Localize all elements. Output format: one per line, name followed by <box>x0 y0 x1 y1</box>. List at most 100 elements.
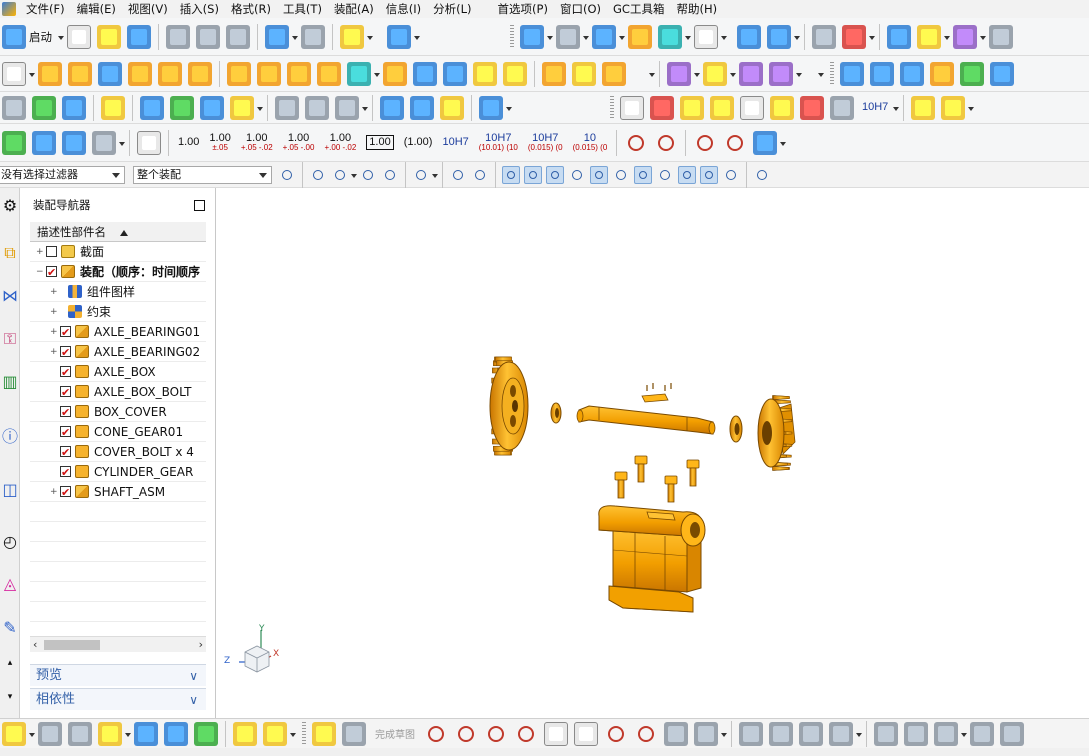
dimension-frame-icon[interactable] <box>137 130 161 155</box>
snap-existing-point-icon[interactable] <box>502 165 520 184</box>
cylinder-icon[interactable] <box>380 95 404 120</box>
snap-intersection-icon[interactable] <box>590 165 608 184</box>
visibility-checkbox[interactable] <box>60 363 71 383</box>
menu-tools[interactable]: 工具(T) <box>277 0 328 18</box>
menu-information[interactable]: 信息(I) <box>380 0 427 18</box>
assembly-constraint-icon[interactable] <box>200 95 224 120</box>
scroll-down-arrow-icon[interactable]: ▾ <box>0 686 20 708</box>
web-browser-tab-icon[interactable]: ⓘ <box>0 424 20 446</box>
layout-icon[interactable] <box>970 721 994 746</box>
fit-label[interactable]: 10H7 <box>862 102 888 113</box>
thicken-icon[interactable] <box>473 61 497 86</box>
tolerance-minus[interactable]: 1.00 +.00 -.02 <box>324 133 356 152</box>
visibility-checkbox[interactable] <box>60 383 71 403</box>
tolerance-fit[interactable]: 10H7 <box>442 137 468 148</box>
snap-settings-icon[interactable] <box>722 166 740 184</box>
note-icon[interactable] <box>740 95 764 120</box>
fit-dropdown-icon[interactable] <box>547 25 553 49</box>
pattern-array-icon[interactable] <box>287 61 311 86</box>
visibility-checkbox[interactable] <box>60 463 71 483</box>
collapse-icon[interactable]: − <box>36 268 44 277</box>
extension-surface-icon[interactable] <box>990 61 1014 86</box>
undo-icon[interactable] <box>265 24 289 49</box>
sketch-dropdown-icon[interactable] <box>29 62 35 86</box>
radius-angle-dimension-icon[interactable] <box>654 131 678 155</box>
profile-icon[interactable] <box>424 722 448 746</box>
axis-dropdown-icon[interactable] <box>730 62 736 86</box>
subtract-icon[interactable] <box>347 61 371 86</box>
tree-row[interactable]: BOX_COVER <box>30 402 206 423</box>
part-navigator-tab-icon[interactable]: ⚿ <box>0 328 20 350</box>
rectangle-icon[interactable] <box>604 722 628 746</box>
tolerance-unequal[interactable]: 1.00 +.05 -.02 <box>241 133 273 152</box>
mirror-assembly-icon[interactable] <box>230 95 254 120</box>
diameter-dimension-icon[interactable] <box>693 131 717 155</box>
fit-dimension-icon[interactable] <box>830 95 854 120</box>
isometric-view-icon[interactable] <box>592 24 616 49</box>
quick-trim-icon[interactable] <box>739 721 763 746</box>
slot-icon[interactable] <box>335 95 359 120</box>
point-icon[interactable] <box>664 721 688 746</box>
hole-diameter-icon[interactable] <box>723 131 747 155</box>
system-materials-tab-icon[interactable]: ◬ <box>0 572 20 594</box>
node-icon[interactable] <box>710 95 734 120</box>
move-component-icon[interactable] <box>737 24 761 49</box>
visibility-checkbox[interactable] <box>60 403 71 423</box>
part-list-icon[interactable] <box>32 130 56 155</box>
sequence-icon[interactable] <box>233 721 257 746</box>
menu-view[interactable]: 视图(V) <box>122 0 174 18</box>
triangle-datum-icon[interactable] <box>620 95 644 120</box>
expand-icon[interactable]: + <box>50 328 58 337</box>
snap-bounded-grid-icon[interactable] <box>700 165 718 184</box>
expand-icon[interactable]: + <box>50 488 58 497</box>
undo-dropdown-icon[interactable] <box>292 25 298 49</box>
datum-plane-icon[interactable] <box>667 61 691 86</box>
move-dropdown-icon[interactable] <box>794 25 800 49</box>
scrollbar-thumb[interactable] <box>44 640 100 650</box>
expand-icon[interactable]: + <box>50 288 58 297</box>
visibility-checkbox[interactable] <box>60 483 71 503</box>
toolbar-overflow-icon[interactable] <box>818 62 824 86</box>
expand-icon[interactable]: + <box>50 348 58 357</box>
library-dropdown-icon[interactable] <box>968 96 975 120</box>
wcs-icon[interactable] <box>842 24 866 49</box>
save-icon[interactable] <box>127 24 151 49</box>
render-dropdown-icon[interactable] <box>583 25 589 49</box>
tolerance-fit-limits[interactable]: 10H7 (10.01) (10 <box>479 133 518 152</box>
body-dropdown-icon[interactable] <box>351 163 357 187</box>
scroll-up-arrow-icon[interactable]: ▴ <box>0 652 20 674</box>
tree-row[interactable]: + 约束 <box>30 302 206 322</box>
dimension-arrow-icon[interactable] <box>800 95 824 120</box>
groove-icon[interactable] <box>305 95 329 120</box>
tree-row[interactable]: + AXLE_BEARING02 <box>30 342 206 363</box>
column-header-part-name[interactable]: 描述性部件名 <box>30 222 206 242</box>
start-button-label[interactable]: 启动 <box>29 29 52 45</box>
tree-row[interactable]: + 组件图样 <box>30 282 206 302</box>
surface-through-curves-icon[interactable] <box>840 61 864 86</box>
bearing-icon[interactable] <box>440 95 464 120</box>
horizontal-scrollbar[interactable]: ‹ › <box>30 636 206 652</box>
cover-bolt-part[interactable] <box>614 455 700 503</box>
tree-row[interactable]: − 装配（顺序：时间顺序 <box>30 262 206 283</box>
snap-arc-center-icon[interactable] <box>612 166 630 184</box>
shaft-key-part[interactable] <box>641 383 672 403</box>
roles-tab-icon[interactable]: ✎ <box>0 616 20 638</box>
snap-circle-center-icon[interactable] <box>634 165 652 184</box>
assembly-network-icon[interactable] <box>2 95 26 120</box>
toolbar-grip[interactable] <box>830 61 834 86</box>
history-tab-icon[interactable]: ◫ <box>0 478 20 500</box>
menu-format[interactable]: 格式(R) <box>225 0 277 18</box>
toolbar-grip[interactable] <box>302 721 306 746</box>
pattern-feature-icon[interactable] <box>257 61 281 86</box>
menu-window[interactable]: 窗口(O) <box>554 0 607 18</box>
redo-icon[interactable] <box>301 24 325 49</box>
trim-body-icon[interactable] <box>503 61 527 86</box>
sketch-more-icon[interactable] <box>1000 721 1024 746</box>
wave-linker-icon[interactable] <box>68 721 92 746</box>
dependency-panel-toggle[interactable]: 相依性 ∨ <box>30 688 206 710</box>
arc-icon[interactable] <box>484 722 508 746</box>
fillet-icon[interactable] <box>544 721 568 746</box>
assembly-load-icon[interactable] <box>2 721 26 746</box>
boss-icon[interactable] <box>128 61 152 86</box>
blend-dropdown-icon[interactable] <box>649 62 655 86</box>
